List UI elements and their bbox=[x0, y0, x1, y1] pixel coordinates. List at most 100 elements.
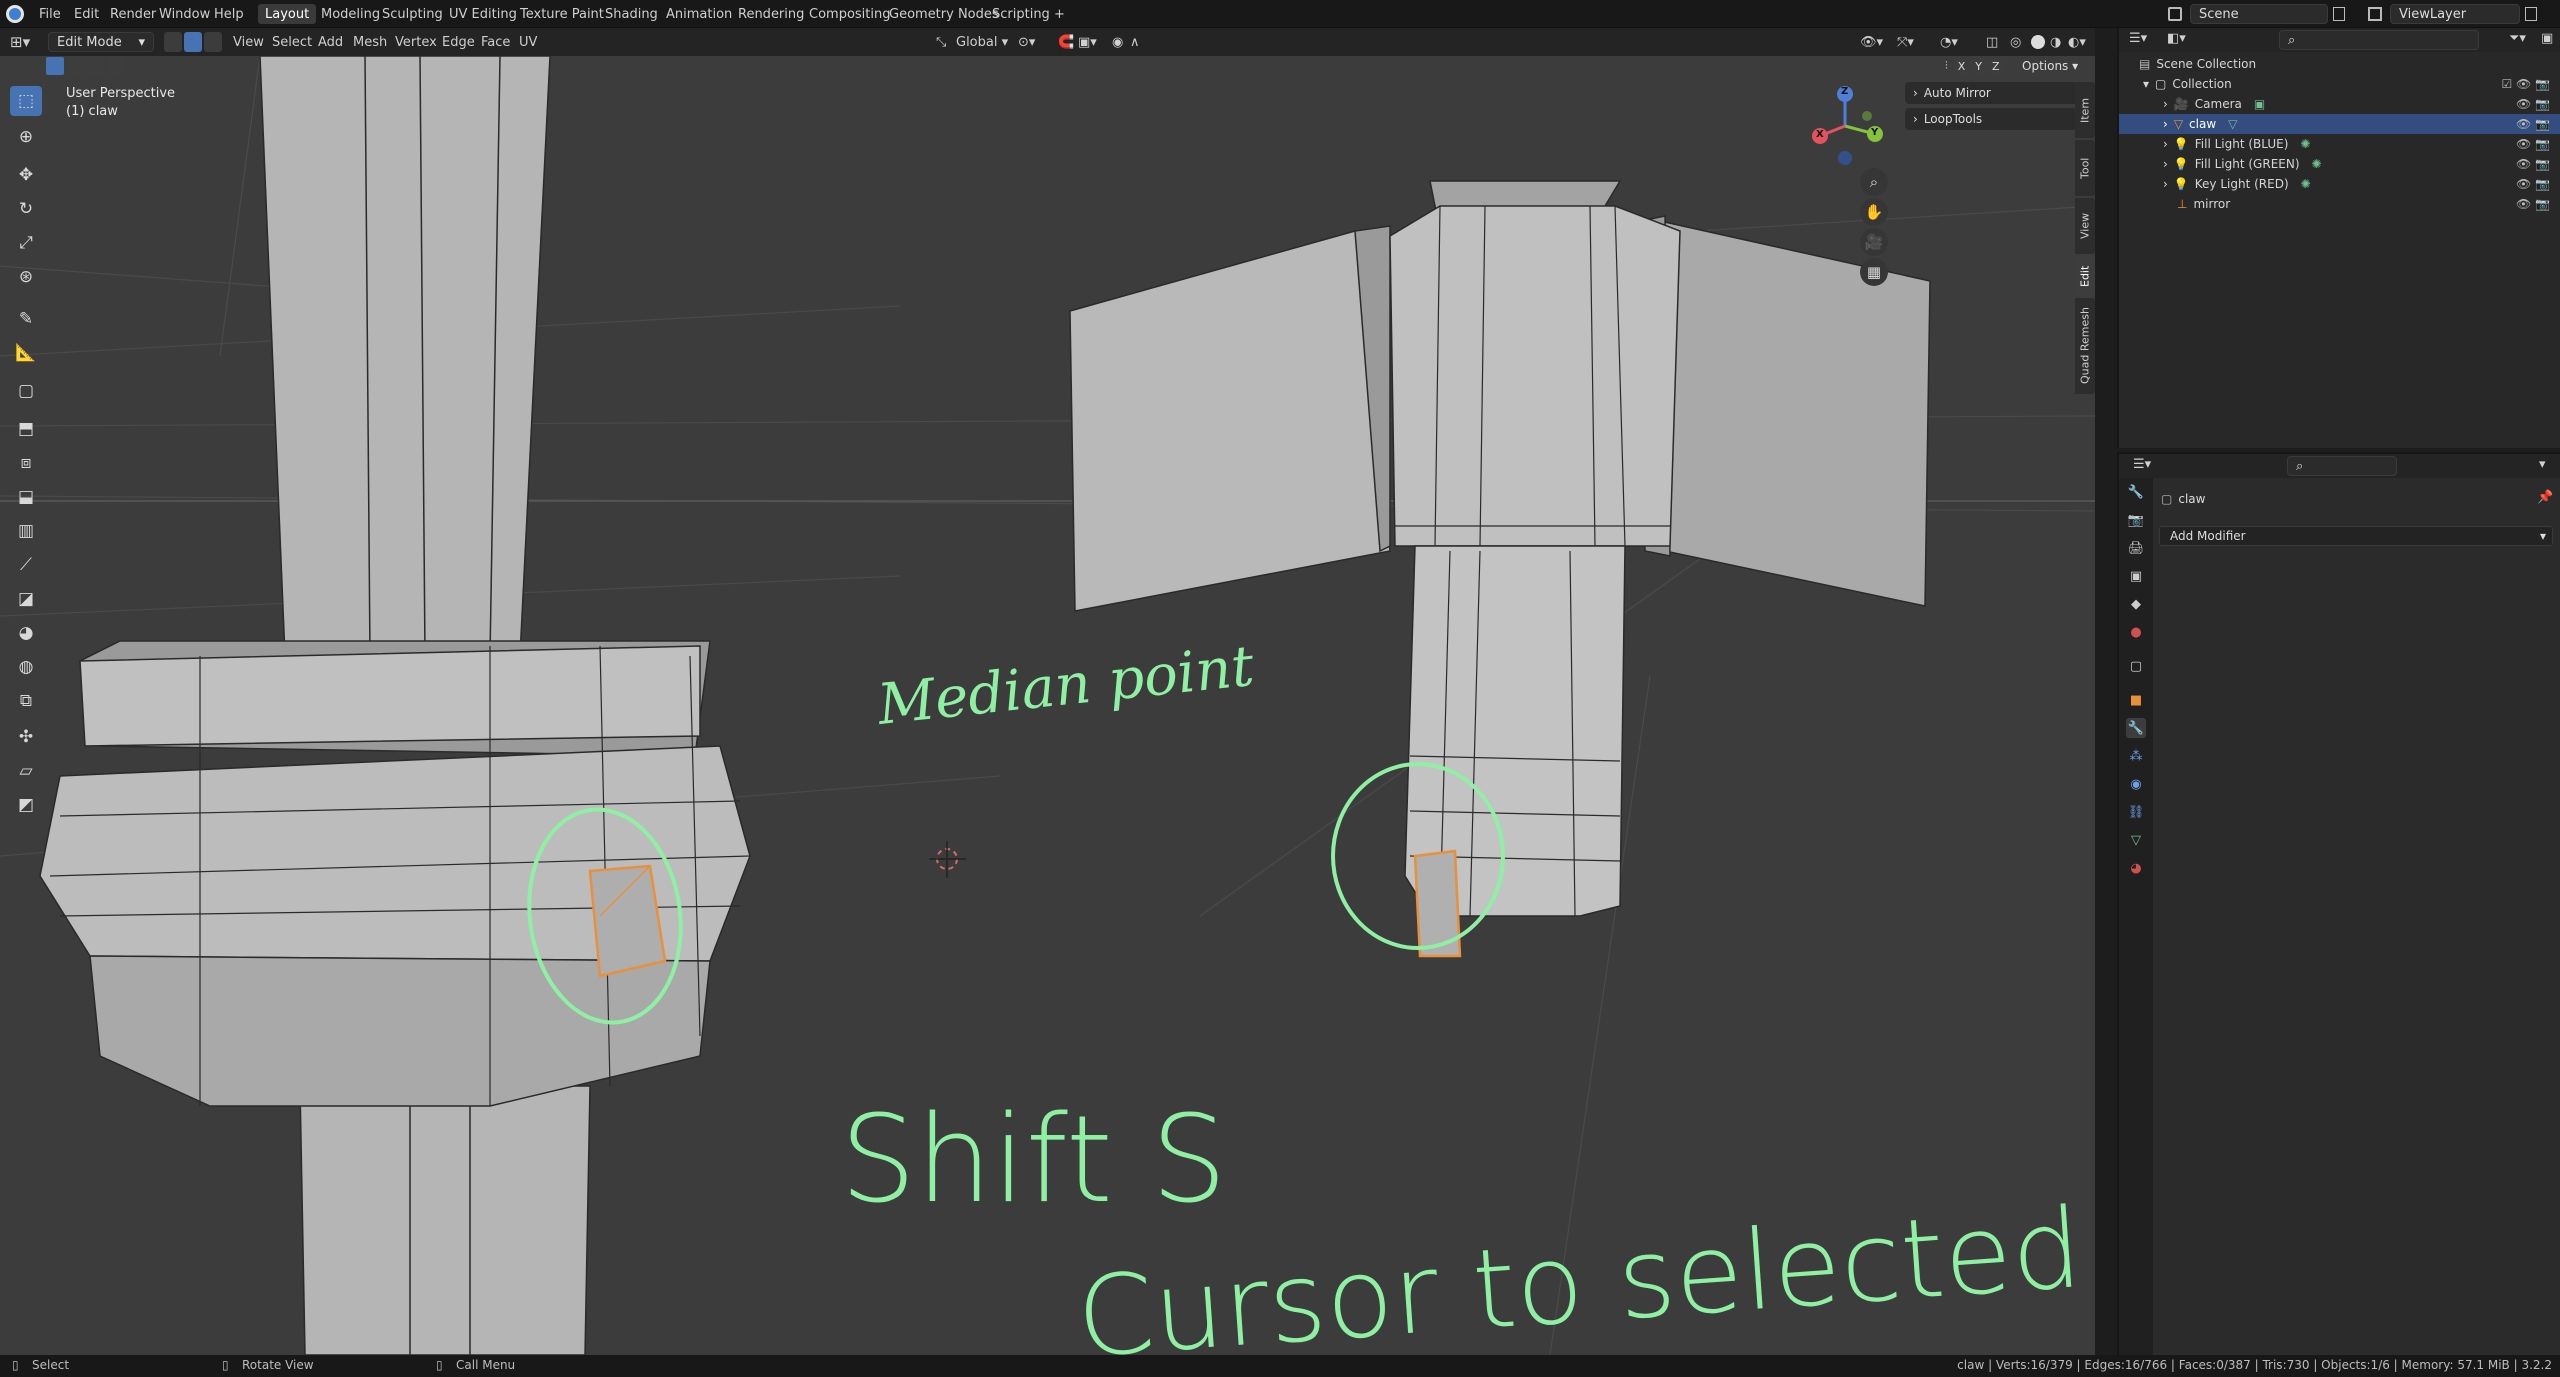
3d-viewport[interactable]: Median point Shift S Cursor to selected … bbox=[0, 56, 2095, 1355]
properties-search-input[interactable]: ⌕ bbox=[2287, 456, 2397, 476]
particles-tab-icon[interactable]: ⁂ bbox=[2126, 746, 2146, 766]
transform-orientation-icon[interactable]: ⤡ bbox=[936, 32, 946, 52]
properties-editor-icon[interactable]: ☰▾ bbox=[2133, 457, 2151, 472]
view-layer-tab-icon[interactable]: ▣ bbox=[2126, 566, 2146, 586]
vertex-select-button[interactable] bbox=[164, 32, 182, 52]
sidetab-view[interactable]: View bbox=[2075, 198, 2095, 254]
mirror-y-toggle[interactable]: Y bbox=[1971, 58, 1987, 74]
view-layer-selector[interactable]: ViewLayer bbox=[2390, 4, 2520, 24]
menu-edit[interactable]: Edit bbox=[67, 4, 106, 24]
menu-vertex[interactable]: Vertex bbox=[395, 32, 437, 52]
claw-visibility-icon[interactable]: 👁 📷 bbox=[2516, 117, 2550, 131]
output-tab-icon[interactable]: 🖨 bbox=[2126, 538, 2146, 558]
outliner-item-camera[interactable]: › 🎥 Camera ▣ 👁 📷 bbox=[2119, 94, 2560, 114]
poly-build-tool-icon[interactable]: ◪ bbox=[10, 584, 42, 614]
rendered-shading-icon[interactable]: ◐▾ bbox=[2068, 32, 2086, 52]
edge-slide-tool-icon[interactable]: ⧉ bbox=[10, 686, 42, 716]
sidetab-edit[interactable]: Edit bbox=[2075, 256, 2095, 296]
add-modifier-button[interactable]: Add Modifier ▾ bbox=[2159, 526, 2553, 546]
display-mode-icon[interactable]: ◧▾ bbox=[2167, 31, 2186, 46]
outliner-collection[interactable]: ▾ ▢ Collection ☑ 👁 📷 bbox=[2119, 74, 2560, 94]
constraints-tab-icon[interactable]: ⛓ bbox=[2126, 802, 2146, 822]
sidetab-tool[interactable]: Tool bbox=[2075, 140, 2095, 196]
camera-visibility-icon[interactable]: 👁 📷 bbox=[2516, 97, 2550, 111]
render-tab-icon[interactable]: 📷 bbox=[2126, 510, 2146, 530]
select-new-icon[interactable] bbox=[46, 57, 64, 75]
new-view-layer-icon[interactable] bbox=[2525, 7, 2537, 21]
inset-tool-icon[interactable]: ⧈ bbox=[10, 448, 42, 478]
outliner-item-key-light-red[interactable]: › 💡 Key Light (RED) ✺ 👁 📷 bbox=[2119, 174, 2560, 194]
tab-animation[interactable]: Animation bbox=[659, 4, 739, 24]
rip-region-tool-icon[interactable]: ◩ bbox=[10, 790, 42, 820]
fill-light-green-visibility-icon[interactable]: 👁 📷 bbox=[2516, 157, 2550, 171]
navigation-gizmo[interactable]: Z Y X bbox=[1805, 86, 1885, 166]
mode-selector[interactable]: Edit Mode ▾ bbox=[48, 32, 154, 52]
modifier-tab-icon[interactable]: 🔧 bbox=[2126, 718, 2146, 738]
mirror-visibility-icon[interactable]: 👁 📷 bbox=[2516, 197, 2550, 211]
overlay-toggle-icon[interactable]: ◔▾ bbox=[1940, 32, 1958, 52]
select-box-mode[interactable] bbox=[46, 57, 142, 75]
outliner-scene-collection[interactable]: ▤ Scene Collection bbox=[2119, 54, 2560, 74]
tool-tab-icon[interactable]: 🔧 bbox=[2126, 482, 2146, 502]
menu-uv[interactable]: UV bbox=[519, 32, 537, 52]
cursor-tool-icon[interactable]: ⊕ bbox=[10, 122, 42, 152]
perspective-grid-icon[interactable]: ▦ bbox=[1860, 258, 1888, 286]
scale-tool-icon[interactable]: ⤢ bbox=[10, 228, 42, 258]
menu-select[interactable]: Select bbox=[272, 32, 312, 52]
extrude-tool-icon[interactable]: ⬒ bbox=[10, 414, 42, 444]
select-intersect-icon[interactable] bbox=[106, 57, 124, 75]
scene-tab-icon[interactable]: ◆ bbox=[2126, 594, 2146, 614]
outliner-item-claw[interactable]: › ▽ claw ▽ 👁 📷 bbox=[2119, 114, 2560, 134]
menu-view[interactable]: View bbox=[233, 32, 264, 52]
tab-rendering[interactable]: Rendering bbox=[731, 4, 811, 24]
menu-file[interactable]: File bbox=[32, 4, 68, 24]
falloff-icon[interactable]: ∧ bbox=[1130, 32, 1140, 52]
snap-icon[interactable]: 🧲 bbox=[1058, 32, 1074, 52]
menu-mesh[interactable]: Mesh bbox=[353, 32, 387, 52]
pivot-point-icon[interactable]: ⊙▾ bbox=[1018, 32, 1035, 52]
rotate-tool-icon[interactable]: ↻ bbox=[10, 194, 42, 224]
material-tab-icon[interactable]: ◕ bbox=[2126, 858, 2146, 878]
menu-help[interactable]: Help bbox=[207, 4, 251, 24]
object-tab-icon[interactable]: ■ bbox=[2126, 690, 2146, 710]
camera-view-icon[interactable]: 🎥 bbox=[1860, 228, 1888, 256]
face-select-button[interactable] bbox=[204, 32, 222, 52]
menu-face[interactable]: Face bbox=[481, 32, 510, 52]
orientation-selector[interactable]: Global ▾ bbox=[956, 32, 1008, 52]
add-cube-tool-icon[interactable]: ▢ bbox=[10, 376, 42, 406]
key-light-red-visibility-icon[interactable]: 👁 📷 bbox=[2516, 177, 2550, 191]
pan-hand-icon[interactable]: ✋ bbox=[1860, 198, 1888, 226]
mirror-icon[interactable]: ⫶ bbox=[1945, 59, 1948, 73]
select-subtract-icon[interactable] bbox=[86, 57, 104, 75]
data-tab-icon[interactable]: ▽ bbox=[2126, 830, 2146, 850]
mirror-x-toggle[interactable]: X bbox=[1953, 58, 1970, 74]
edge-select-button[interactable] bbox=[184, 32, 202, 52]
view-layer-icon[interactable] bbox=[2368, 7, 2382, 21]
physics-tab-icon[interactable]: ◉ bbox=[2126, 774, 2146, 794]
xray-icon[interactable]: ◫ bbox=[1986, 32, 1998, 52]
zoom-icon[interactable]: ⌕ bbox=[1860, 168, 1888, 196]
mirror-z-toggle[interactable]: Z bbox=[1988, 58, 2004, 74]
knife-tool-icon[interactable]: ⟋ bbox=[10, 550, 42, 580]
world-tab-icon[interactable]: ● bbox=[2126, 622, 2146, 642]
menu-edge[interactable]: Edge bbox=[442, 32, 475, 52]
editor-type-icon[interactable]: ⊞▾ bbox=[10, 32, 30, 52]
fill-light-blue-visibility-icon[interactable]: 👁 📷 bbox=[2516, 137, 2550, 151]
new-scene-icon[interactable] bbox=[2333, 7, 2345, 21]
material-shading-icon[interactable]: ◑ bbox=[2050, 32, 2061, 52]
shear-tool-icon[interactable]: ▱ bbox=[10, 756, 42, 786]
scene-selector[interactable]: Scene bbox=[2190, 4, 2328, 24]
menu-add[interactable]: Add bbox=[318, 32, 343, 52]
outliner-item-fill-light-green[interactable]: › 💡 Fill Light (GREEN) ✺ 👁 📷 bbox=[2119, 154, 2560, 174]
proportional-edit-icon[interactable]: ◉ bbox=[1112, 32, 1123, 52]
loop-cut-tool-icon[interactable]: ▥ bbox=[10, 516, 42, 546]
tab-sculpting[interactable]: Sculpting bbox=[375, 4, 450, 24]
sidetab-quad-remesh[interactable]: Quad Remesh bbox=[2075, 298, 2095, 394]
panel-looptools[interactable]: › LoopTools bbox=[1905, 108, 2077, 130]
outliner-item-fill-light-blue[interactable]: › 💡 Fill Light (BLUE) ✺ 👁 📷 bbox=[2119, 134, 2560, 154]
spin-tool-icon[interactable]: ◕ bbox=[10, 618, 42, 648]
smooth-tool-icon[interactable]: ◍ bbox=[10, 652, 42, 682]
select-extend-icon[interactable] bbox=[66, 57, 84, 75]
snap-target-icon[interactable]: ▣▾ bbox=[1078, 32, 1097, 52]
outliner-item-mirror[interactable]: ⊥ mirror 👁 📷 bbox=[2119, 194, 2560, 214]
